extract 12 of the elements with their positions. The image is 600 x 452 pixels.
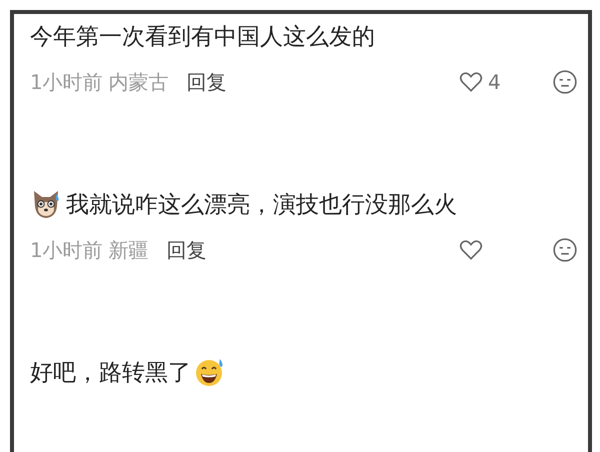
comment-time: 1小时前	[30, 236, 103, 264]
dislike-icon[interactable]	[552, 237, 578, 263]
reply-link[interactable]: 回复	[166, 236, 207, 264]
reply-link[interactable]: 回复	[186, 68, 227, 96]
comment-text: 今年第一次看到有中国人这么发的	[30, 22, 375, 52]
comment-location: 新疆	[108, 236, 149, 264]
comment-text: 我就说咋这么漂亮，演技也行没那么火	[66, 190, 457, 220]
comment-location: 内蒙古	[108, 68, 169, 96]
comment-text: 好吧，路转黑了	[30, 358, 191, 388]
dislike-icon[interactable]	[552, 69, 578, 95]
like-button[interactable]: 4	[458, 69, 514, 95]
comment-time: 1小时前	[30, 68, 103, 96]
